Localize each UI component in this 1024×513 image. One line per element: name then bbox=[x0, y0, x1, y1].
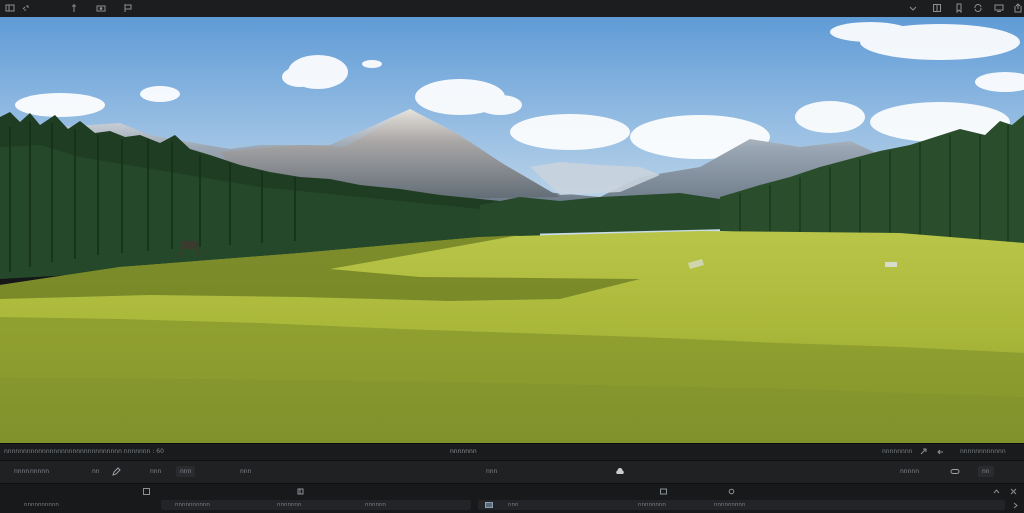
tool-item-5[interactable]: nnn bbox=[176, 466, 196, 477]
panel-segment-a[interactable]: nnnnnnnnnn nnnnnnn nnnnnn bbox=[161, 500, 471, 510]
tool-item-9[interactable]: nn bbox=[978, 466, 994, 477]
sync-icon[interactable] bbox=[972, 2, 984, 14]
film-icon[interactable] bbox=[660, 488, 667, 495]
segment-b-text-2: nnnnnnnn bbox=[638, 502, 666, 508]
camera-icon[interactable] bbox=[95, 2, 107, 14]
panel-segment-b[interactable]: nnn nnnnnnnn nnnnnnnnn bbox=[478, 500, 1005, 510]
close-icon[interactable] bbox=[1010, 488, 1017, 495]
tool-item-7[interactable]: nnn bbox=[486, 466, 497, 477]
grid-small-icon[interactable] bbox=[143, 488, 150, 495]
segment-b-text-3: nnnnnnnnn bbox=[714, 502, 746, 508]
arrow-icon[interactable] bbox=[920, 448, 928, 456]
status-bar: nnnnnnnnnnnnnnnnnnnnnnnnnnnnnnn nnnnnnn … bbox=[0, 443, 1024, 460]
back-icon[interactable] bbox=[937, 448, 945, 456]
grid-icon[interactable] bbox=[931, 2, 943, 14]
tool-item-6[interactable]: nnn bbox=[240, 466, 251, 477]
chevron-down-icon[interactable] bbox=[907, 2, 919, 14]
tool-item-1[interactable]: nnnn bbox=[14, 466, 29, 477]
monitor-icon[interactable] bbox=[993, 2, 1005, 14]
segment-a-text-1: nnnnnnnnnn bbox=[175, 502, 210, 508]
chevron-small-icon[interactable] bbox=[1012, 502, 1019, 509]
tool-item-4[interactable]: nnn bbox=[150, 466, 161, 477]
segment-a-text-3: nnnnnn bbox=[365, 502, 386, 508]
frame-icon[interactable] bbox=[297, 488, 304, 495]
tool-item-2[interactable]: nnnnn bbox=[30, 466, 49, 477]
media-icon[interactable] bbox=[485, 502, 493, 508]
link-chain-icon[interactable] bbox=[950, 467, 960, 476]
segment-b-text-1: nnn bbox=[508, 502, 519, 508]
pin-icon[interactable] bbox=[68, 2, 80, 14]
export-icon[interactable] bbox=[1012, 2, 1024, 14]
top-toolbar bbox=[0, 0, 1024, 18]
segment-a-text-2: nnnnnnn bbox=[277, 502, 302, 508]
status-right-text-2: nnnnnnnnnnnn bbox=[960, 448, 1006, 455]
link-icon[interactable] bbox=[20, 2, 32, 14]
status-center-text: nnnnnnn bbox=[450, 448, 477, 455]
settings-icon[interactable] bbox=[728, 488, 735, 495]
cloud-icon[interactable] bbox=[615, 467, 625, 476]
bookmark-icon[interactable] bbox=[953, 2, 965, 14]
status-right-text-1: nnnnnnnn bbox=[882, 448, 913, 455]
status-left-text: nnnnnnnnnnnnnnnnnnnnnnnnnnnnnnn nnnnnnn … bbox=[4, 448, 164, 455]
layout-icon[interactable] bbox=[4, 2, 16, 14]
tool-item-3[interactable]: nn bbox=[92, 466, 100, 477]
landscape-image bbox=[0, 17, 1024, 443]
bottom-panel: nnnnnnnnnn nnnnnnnnnn nnnnnnn nnnnnn nnn… bbox=[0, 483, 1024, 513]
flag-icon[interactable] bbox=[122, 2, 134, 14]
tool-row: nnnn nnnnn nn nnn nnn nnn nnn nnnnn nn bbox=[0, 460, 1024, 483]
panel-left-label: nnnnnnnnnn bbox=[24, 502, 59, 508]
tool-item-8[interactable]: nnnnn bbox=[900, 466, 919, 477]
pen-icon[interactable] bbox=[112, 467, 121, 476]
expand-icon[interactable] bbox=[993, 488, 1000, 495]
image-viewer[interactable] bbox=[0, 17, 1024, 443]
